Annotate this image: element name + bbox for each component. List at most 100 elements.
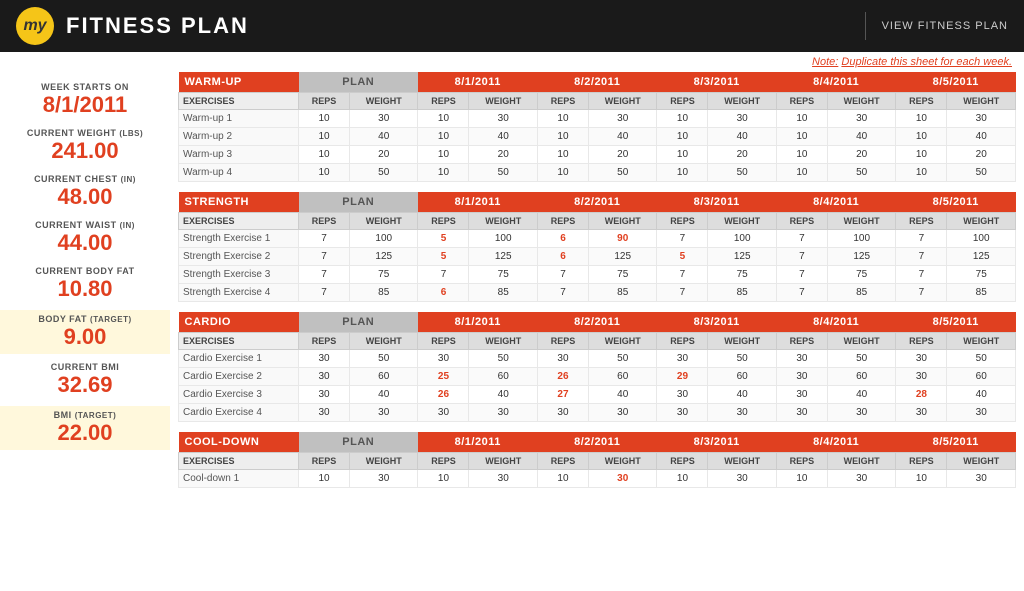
d4-reps: 30 xyxy=(776,350,827,368)
d5-weight: 50 xyxy=(947,350,1016,368)
plan-reps: 30 xyxy=(299,350,350,368)
plan-reps-header: REPS xyxy=(299,453,350,470)
plan-reps: 10 xyxy=(299,470,350,488)
plan-weight-header: WEIGHT xyxy=(350,333,418,350)
d3-weight-header: WEIGHT xyxy=(708,93,776,110)
d4-reps: 7 xyxy=(776,284,827,302)
d4-reps: 30 xyxy=(776,386,827,404)
d2-reps: 27 xyxy=(537,386,588,404)
d3-weight: 100 xyxy=(708,230,776,248)
table-row: Cardio Exercise 4 30 30 30 30 30 30 30 3… xyxy=(179,404,1016,422)
d4-weight: 20 xyxy=(827,146,895,164)
note-link[interactable]: Duplicate this sheet for each week. xyxy=(841,56,1012,68)
d4-reps: 10 xyxy=(776,470,827,488)
plan-weight: 30 xyxy=(350,110,418,128)
current-waist-value: 44.00 xyxy=(0,230,170,256)
plan-header: PLAN xyxy=(299,432,418,453)
d3-reps: 7 xyxy=(657,230,708,248)
d3-weight: 20 xyxy=(708,146,776,164)
d1-reps: 30 xyxy=(418,404,469,422)
current-bmi-label: CURRENT BMI xyxy=(0,362,170,372)
table-row: Warm-up 3 10 20 10 20 10 20 10 20 10 20 … xyxy=(179,146,1016,164)
current-weight-label: CURRENT WEIGHT (LBS) xyxy=(0,128,170,138)
d1-weight-header: WEIGHT xyxy=(469,93,537,110)
plan-reps-header: REPS xyxy=(299,333,350,350)
d5-weight: 40 xyxy=(947,128,1016,146)
date-header-2: 8/2/2011 xyxy=(537,192,656,213)
section-cool-down: COOL-DOWN PLAN 8/1/2011 8/2/2011 8/3/201… xyxy=(178,432,1016,488)
d5-reps: 10 xyxy=(896,164,947,182)
date-header-4: 8/4/2011 xyxy=(776,432,895,453)
d5-reps-header: REPS xyxy=(896,333,947,350)
d1-reps: 6 xyxy=(418,284,469,302)
d5-weight: 50 xyxy=(947,164,1016,182)
current-waist-item: CURRENT WAIST (IN) 44.00 xyxy=(0,218,170,258)
section-name: CARDIO xyxy=(179,312,299,333)
exercise-name: Strength Exercise 4 xyxy=(179,284,299,302)
d2-weight: 50 xyxy=(588,164,656,182)
d4-weight: 50 xyxy=(827,164,895,182)
d4-weight: 75 xyxy=(827,266,895,284)
d3-reps: 10 xyxy=(657,164,708,182)
d2-reps: 10 xyxy=(537,110,588,128)
exercises-col-header: EXERCISES xyxy=(179,93,299,110)
plan-reps: 10 xyxy=(299,128,350,146)
d1-weight: 100 xyxy=(469,230,537,248)
d5-reps: 30 xyxy=(896,404,947,422)
week-starts-value: 8/1/2011 xyxy=(0,92,170,118)
d3-weight-header: WEIGHT xyxy=(708,333,776,350)
d3-weight-header: WEIGHT xyxy=(708,213,776,230)
d2-weight-header: WEIGHT xyxy=(588,213,656,230)
d4-weight: 40 xyxy=(827,128,895,146)
current-bmi-value: 32.69 xyxy=(0,372,170,398)
d2-reps: 6 xyxy=(537,230,588,248)
d1-reps-header: REPS xyxy=(418,453,469,470)
date-header-2: 8/2/2011 xyxy=(537,72,656,93)
section-header-row: CARDIO PLAN 8/1/2011 8/2/2011 8/3/2011 8… xyxy=(179,312,1016,333)
d1-reps: 10 xyxy=(418,164,469,182)
plan-weight-header: WEIGHT xyxy=(350,453,418,470)
d1-reps: 7 xyxy=(418,266,469,284)
d5-weight-header: WEIGHT xyxy=(947,213,1016,230)
d3-reps-header: REPS xyxy=(657,213,708,230)
section-name: WARM-UP xyxy=(179,72,299,93)
plan-weight-header: WEIGHT xyxy=(350,213,418,230)
current-bf-value: 10.80 xyxy=(0,276,170,302)
d3-weight: 85 xyxy=(708,284,776,302)
current-weight-item: CURRENT WEIGHT (LBS) 241.00 xyxy=(0,126,170,166)
current-chest-label: CURRENT CHEST (IN) xyxy=(0,174,170,184)
d2-reps: 6 xyxy=(537,248,588,266)
column-header-row: EXERCISES REPS WEIGHT REPS WEIGHT REPS W… xyxy=(179,453,1016,470)
table-row: Warm-up 2 10 40 10 40 10 40 10 40 10 40 … xyxy=(179,128,1016,146)
view-fitness-plan-button[interactable]: VIEW FITNESS PLAN xyxy=(882,20,1008,32)
d2-reps: 10 xyxy=(537,164,588,182)
d5-weight: 125 xyxy=(947,248,1016,266)
d5-reps: 7 xyxy=(896,266,947,284)
d3-weight: 30 xyxy=(708,470,776,488)
section-cardio: CARDIO PLAN 8/1/2011 8/2/2011 8/3/2011 8… xyxy=(178,312,1016,422)
exercise-name: Cardio Exercise 3 xyxy=(179,386,299,404)
d3-reps: 10 xyxy=(657,146,708,164)
plan-reps: 30 xyxy=(299,386,350,404)
body-fat-target-item: BODY FAT (TARGET) 9.00 xyxy=(0,310,170,354)
d4-reps: 10 xyxy=(776,128,827,146)
section-name: STRENGTH xyxy=(179,192,299,213)
d1-weight-header: WEIGHT xyxy=(469,453,537,470)
exercise-name: Cool-down 1 xyxy=(179,470,299,488)
plan-reps-header: REPS xyxy=(299,93,350,110)
table-row: Strength Exercise 4 7 85 6 85 7 85 7 85 … xyxy=(179,284,1016,302)
d3-weight: 125 xyxy=(708,248,776,266)
d3-weight: 60 xyxy=(708,368,776,386)
d5-reps: 30 xyxy=(896,368,947,386)
d4-reps-header: REPS xyxy=(776,333,827,350)
plan-reps: 10 xyxy=(299,110,350,128)
plan-reps: 7 xyxy=(299,248,350,266)
d3-reps-header: REPS xyxy=(657,453,708,470)
date-header-5: 8/5/2011 xyxy=(896,312,1016,333)
d3-reps: 30 xyxy=(657,386,708,404)
plan-reps: 30 xyxy=(299,368,350,386)
table-row: Cardio Exercise 2 30 60 25 60 26 60 29 6… xyxy=(179,368,1016,386)
d2-reps: 10 xyxy=(537,470,588,488)
d4-weight: 50 xyxy=(827,350,895,368)
d3-reps: 30 xyxy=(657,350,708,368)
